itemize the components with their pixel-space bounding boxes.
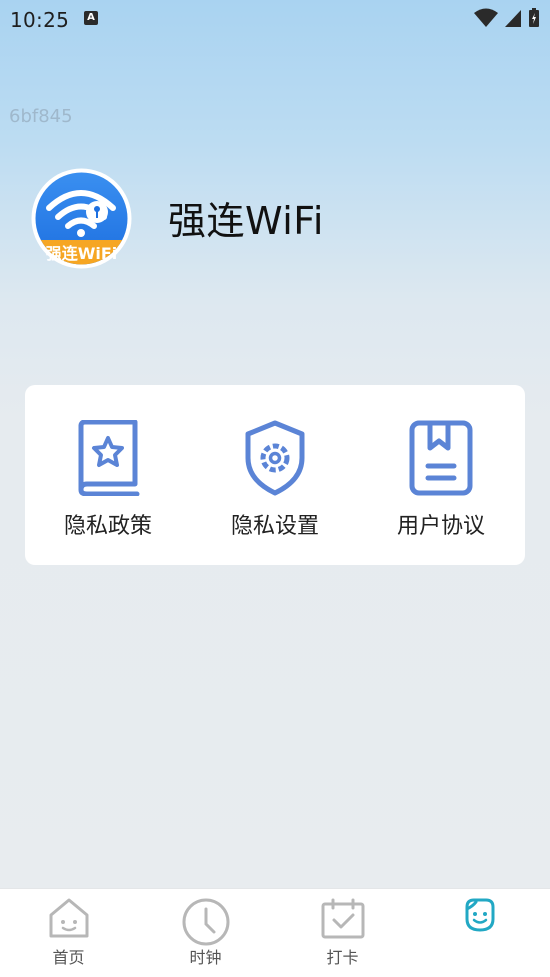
privacy-settings-button[interactable]: 隐私设置: [192, 385, 358, 565]
settings-card: 隐私政策 隐私设置 用户协议: [25, 385, 525, 565]
calendar-check-icon: [321, 898, 364, 939]
app-logo: 强连WiFi: [31, 168, 132, 269]
privacy-policy-button[interactable]: 隐私政策: [25, 385, 191, 565]
user-agreement-label: 用户协议: [396, 514, 485, 539]
smiley-face-icon: [465, 898, 494, 932]
nav-profile[interactable]: [411, 889, 548, 977]
nav-home-label: 首页: [52, 948, 85, 967]
status-bar: 10:25 A: [0, 0, 550, 38]
nav-checkin[interactable]: 打卡: [274, 889, 411, 977]
book-star-icon: [78, 420, 140, 496]
nav-home[interactable]: 首页: [0, 889, 137, 977]
status-time: 10:25: [10, 8, 70, 32]
logo-text: 强连WiFi: [46, 244, 118, 263]
cell-signal-icon: [505, 10, 521, 27]
nav-checkin-label: 打卡: [326, 948, 359, 967]
nav-clock[interactable]: 时钟: [137, 889, 274, 977]
debug-id-text: 6bf845: [9, 106, 73, 127]
bottom-nav: 首页 时钟 打卡: [0, 888, 550, 977]
battery-icon: [529, 8, 539, 27]
nav-clock-label: 时钟: [189, 948, 222, 967]
status-icons: [474, 8, 540, 28]
clock-icon: [182, 898, 229, 946]
privacy-policy-label: 隐私政策: [63, 514, 152, 539]
wifi-signal-icon: [474, 8, 498, 27]
privacy-settings-label: 隐私设置: [230, 514, 319, 539]
home-icon: [49, 898, 88, 938]
user-agreement-button[interactable]: 用户协议: [358, 385, 524, 565]
shield-gear-icon: [245, 420, 305, 496]
document-bookmark-icon: [409, 420, 473, 496]
app-title: 强连WiFi: [168, 199, 324, 243]
notification-icon: A: [84, 11, 98, 25]
